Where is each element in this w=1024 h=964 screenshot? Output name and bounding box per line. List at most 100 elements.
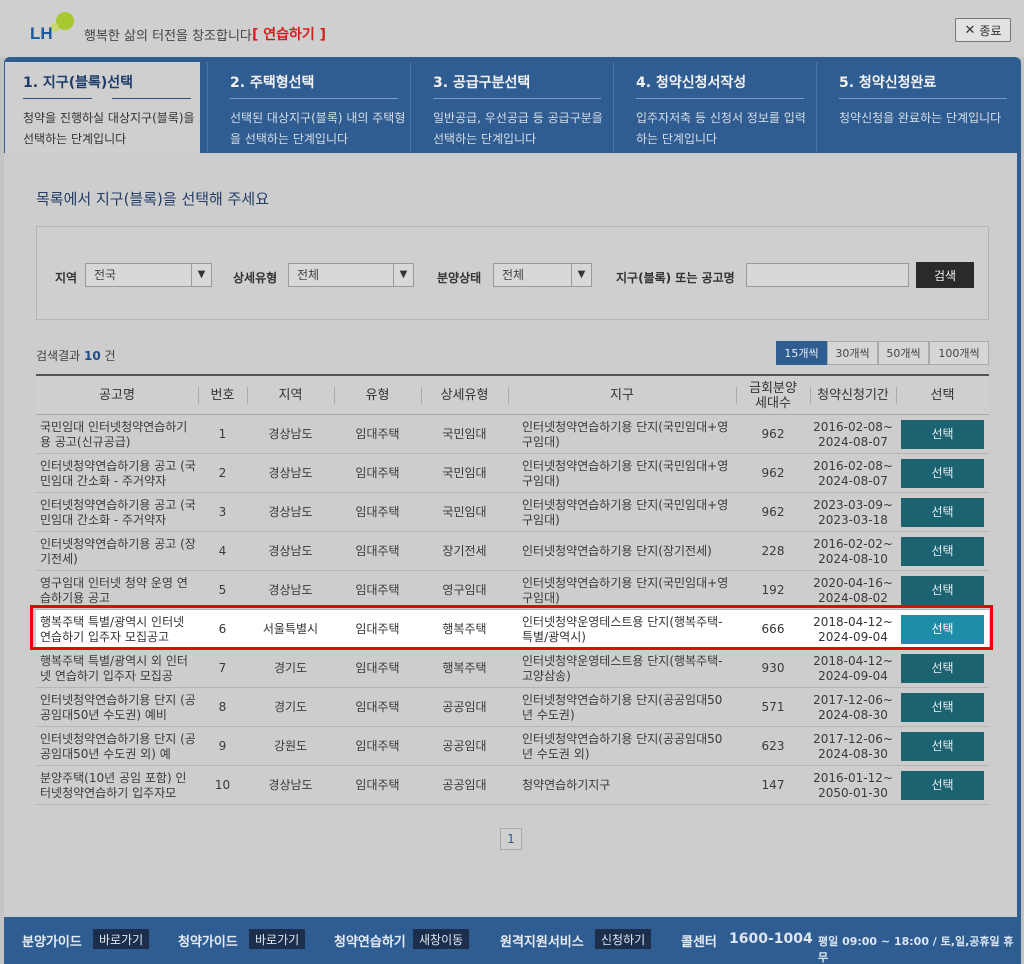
period-cell: 2018-04-12~ 2024-09-04	[813, 653, 893, 683]
notice-title-cell: 행복주택 특별/광역시 외 인터넷 연습하기 입주자 모집공	[40, 653, 188, 683]
select-button[interactable]: 선택	[901, 498, 984, 527]
number-cell: 9	[218, 739, 227, 753]
period-cell: 2016-02-08~ 2024-08-07	[813, 458, 893, 488]
table-row: 행복주택 특별/광역시 외 인터넷 연습하기 입주자 모집공 7 경기도 임대주택 행복…	[36, 649, 989, 688]
search-button[interactable]: 검색	[916, 262, 974, 288]
table-row: 행복주택 특별/광역시 인터넷 연습하기 입주자 모집공고 6 서울특별시 임대주택 행…	[36, 610, 989, 649]
footer-guide2-button[interactable]: 바로가기	[249, 929, 306, 949]
district-cell: 청약연습하기지구	[522, 778, 611, 792]
table-row: 인터넷청약연습하기용 공고 (국민임대 간소화 - 주거약자 3 경상남도 임대주택 국…	[36, 493, 989, 532]
lh-logo: LH	[26, 10, 80, 46]
period-cell: 2016-02-02~ 2024-08-10	[813, 536, 893, 566]
page-1-button[interactable]: 1	[500, 828, 522, 850]
call-center-hours: 평일 09:00 ~ 18:00 / 토,일,공휴일 휴무	[818, 935, 1014, 964]
footer-practice-button[interactable]: 새창이동	[413, 929, 470, 949]
region-cell: 경상남도	[268, 427, 313, 441]
page-size-15[interactable]: 15개씩	[776, 341, 827, 365]
select-button[interactable]: 선택	[901, 732, 984, 761]
period-cell: 2018-04-12~ 2024-09-04	[813, 614, 893, 644]
number-cell: 6	[218, 622, 227, 636]
top-bar: LH 행복한 삶의 터전을 창조합니다. [ 연습하기 ] ✕ 종료	[0, 0, 1024, 57]
sale-status-label: 분양상태	[437, 271, 482, 285]
units-cell: 571	[761, 700, 785, 714]
type-cell: 임대주택	[355, 700, 400, 714]
detail-type-cell: 장기전세	[442, 544, 487, 558]
chevron-down-icon: ▼	[191, 264, 211, 286]
table-body: 국민임대 인터넷청약연습하기용 공고(신규공급) 1 경상남도 임대주택 국민임대 인터넷…	[36, 415, 989, 805]
region-value: 전국	[94, 268, 117, 282]
select-button[interactable]: 선택	[901, 771, 984, 800]
type-cell: 임대주택	[355, 622, 400, 636]
detail-type-cell: 공공임대	[442, 778, 487, 792]
select-cell: 선택	[896, 493, 989, 532]
detail-type-select[interactable]: 전체 ▼	[288, 263, 414, 287]
units-cell: 666	[761, 622, 785, 636]
footer-call-label: 콜센터	[681, 935, 717, 950]
district-cell: 인터넷청약연습하기용 단지(국민임대+영구임대)	[522, 497, 729, 527]
notice-title-cell: 인터넷청약연습하기용 공고 (국민임대 간소화 - 주거약자	[40, 497, 196, 527]
select-button[interactable]: 선택	[901, 693, 984, 722]
select-cell: 선택	[896, 688, 989, 727]
notice-title-cell: 분양주택(10년 공임 포함) 인터넷청약연습하기 입주자모	[40, 770, 187, 800]
page-size-100[interactable]: 100개씩	[929, 341, 989, 365]
footer-bar: 분양가이드 바로가기 청약가이드 바로가기 청약연습하기 새창이동 원격지원서비…	[4, 918, 1021, 964]
notice-title-cell: 국민임대 인터넷청약연습하기용 공고(신규공급)	[40, 419, 188, 449]
type-cell: 임대주택	[355, 466, 400, 480]
select-button[interactable]: 선택	[901, 576, 984, 605]
select-cell: 선택	[896, 415, 989, 454]
select-button[interactable]: 선택	[901, 459, 984, 488]
select-cell: 선택	[896, 532, 989, 571]
chevron-down-icon: ▼	[571, 264, 591, 286]
detail-type-value: 전체	[297, 268, 320, 282]
step-title: 5. 청약신청완료	[839, 72, 1007, 99]
table-row: 인터넷청약연습하기용 공고 (국민임대 간소화 - 주거약자 2 경상남도 임대주택 국…	[36, 454, 989, 493]
header-title: 공고명	[99, 388, 135, 403]
detail-type-cell: 영구임대	[442, 583, 487, 597]
detail-type-cell: 공공임대	[442, 739, 487, 753]
select-button[interactable]: 선택	[901, 615, 984, 644]
region-select[interactable]: 전국 ▼	[85, 263, 212, 287]
select-button[interactable]: 선택	[901, 420, 984, 449]
select-button[interactable]: 선택	[901, 537, 984, 566]
units-cell: 147	[761, 778, 785, 792]
region-cell: 강원도	[273, 739, 308, 753]
units-cell: 930	[761, 661, 785, 675]
select-cell: 선택	[896, 649, 989, 688]
notice-title-cell: 행복주택 특별/광역시 인터넷 연습하기 입주자 모집공고	[40, 614, 185, 644]
active-step-pointer	[88, 95, 116, 107]
number-cell: 10	[214, 778, 231, 792]
result-number: 10	[84, 349, 101, 363]
page-size-50[interactable]: 50개씩	[878, 341, 929, 365]
select-button[interactable]: 선택	[901, 654, 984, 683]
close-button[interactable]: ✕ 종료	[955, 18, 1011, 42]
notice-title-cell: 인터넷청약연습하기용 단지 (공공임대50년 수도권 외) 예	[40, 731, 196, 761]
detail-type-cell: 국민임대	[442, 505, 487, 519]
keyword-input[interactable]	[746, 263, 909, 287]
number-cell: 8	[218, 700, 227, 714]
footer-guide1-button[interactable]: 바로가기	[93, 929, 150, 949]
sale-status-select[interactable]: 전체 ▼	[493, 263, 592, 287]
select-cell: 선택	[896, 610, 989, 649]
region-cell: 경상남도	[268, 505, 313, 519]
table-row: 인터넷청약연습하기용 단지 (공공임대50년 수도권) 예비 8 경기도 임대주택 공공…	[36, 688, 989, 727]
header-units: 금회분양 세대수	[736, 376, 810, 415]
result-count: 검색결과 10 건	[36, 347, 116, 364]
table-row: 인터넷청약연습하기용 단지 (공공임대50년 수도권 외) 예 9 강원도 임대주택 공…	[36, 727, 989, 766]
table-row: 분양주택(10년 공임 포함) 인터넷청약연습하기 입주자모 10 경상남도 임대주택…	[36, 766, 989, 805]
footer-practice-label: 청약연습하기	[334, 935, 406, 950]
units-cell: 962	[761, 427, 785, 441]
select-cell: 선택	[896, 727, 989, 766]
header-district: 지구	[508, 376, 736, 415]
type-cell: 임대주택	[355, 661, 400, 675]
page-size-30[interactable]: 30개씩	[827, 341, 878, 365]
detail-type-cell: 국민임대	[442, 427, 487, 441]
district-cell: 인터넷청약연습하기용 단지(공공임대50년 수도권)	[522, 692, 723, 722]
type-cell: 임대주택	[355, 739, 400, 753]
sale-status-value: 전체	[502, 268, 525, 282]
table-row: 인터넷청약연습하기용 공고 (장기전세) 4 경상남도 임대주택 장기전세 인터넷청약연습…	[36, 532, 989, 571]
footer-remote-label: 원격지원서비스	[500, 935, 584, 950]
header-no: 번호	[198, 376, 247, 415]
footer-remote-button[interactable]: 신청하기	[595, 929, 652, 949]
notice-title-cell: 인터넷청약연습하기용 공고 (장기전세)	[40, 536, 196, 566]
district-cell: 인터넷청약연습하기용 단지(공공임대50년 수도권 외)	[522, 731, 723, 761]
